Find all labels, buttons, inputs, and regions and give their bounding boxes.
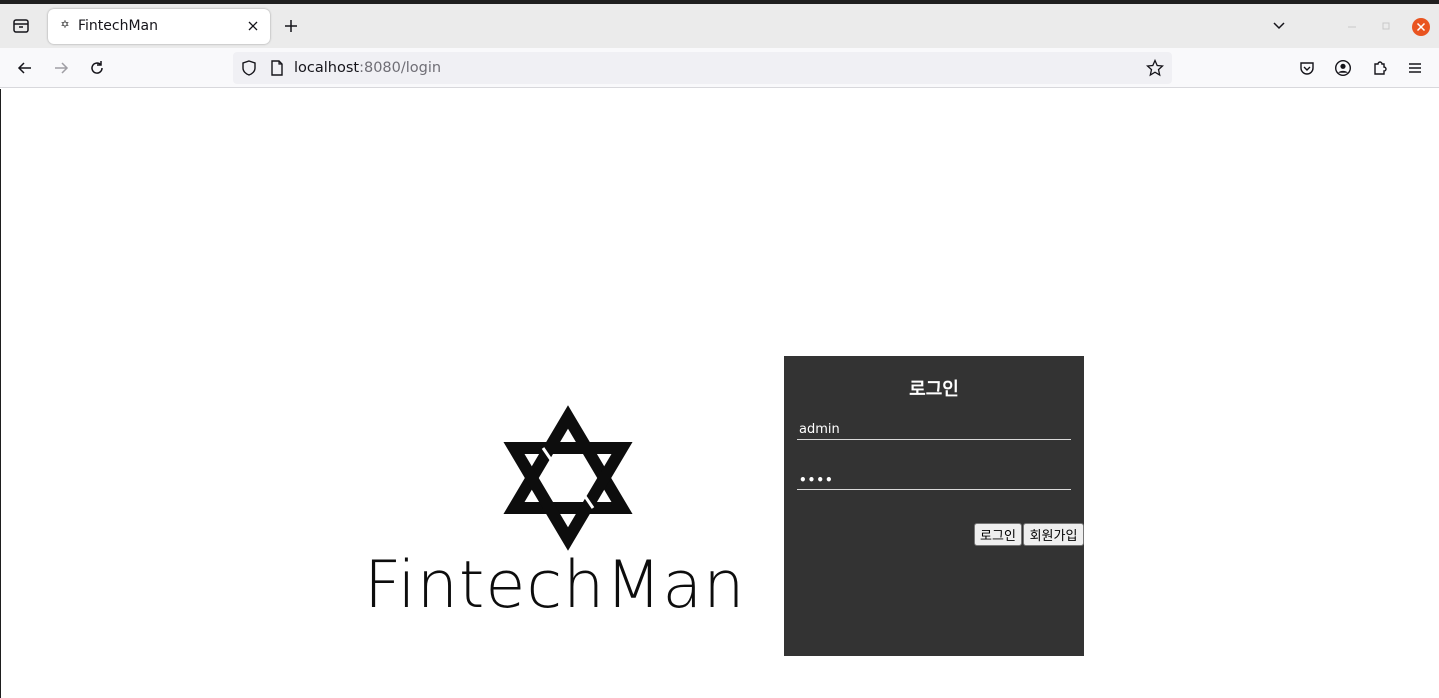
window-left-edge bbox=[0, 89, 1, 698]
pocket-button[interactable] bbox=[1293, 54, 1321, 82]
back-button[interactable] bbox=[11, 54, 39, 82]
forward-arrow-icon bbox=[55, 62, 69, 74]
tab-title: FintechMan bbox=[78, 18, 159, 34]
maximize-button[interactable] bbox=[1376, 16, 1396, 40]
star-of-david-logo-icon bbox=[503, 405, 633, 551]
tab-overview-icon bbox=[13, 19, 29, 33]
logo-wordmark: FintechMan bbox=[364, 548, 746, 623]
forward-button[interactable] bbox=[47, 54, 75, 82]
password-input[interactable] bbox=[797, 470, 1071, 490]
close-icon bbox=[248, 21, 258, 31]
window-close-button[interactable] bbox=[1411, 17, 1431, 41]
application-menu-button[interactable] bbox=[1401, 54, 1429, 82]
minimize-button[interactable] bbox=[1342, 16, 1362, 40]
navigation-toolbar: localhost:8080/login bbox=[0, 48, 1439, 88]
new-tab-button[interactable] bbox=[277, 12, 305, 40]
signup-button[interactable]: 회원가입 bbox=[1023, 523, 1084, 546]
login-panel: 로그인 로그인 회원가입 bbox=[784, 356, 1084, 656]
tab-fintechman[interactable]: ✡ FintechMan bbox=[48, 9, 270, 44]
minimize-icon bbox=[1348, 26, 1356, 28]
tab-strip: ✡ FintechMan bbox=[0, 4, 1439, 48]
url-bar[interactable]: localhost:8080/login bbox=[233, 52, 1172, 84]
account-icon bbox=[1334, 59, 1352, 77]
plus-icon bbox=[285, 20, 297, 32]
shield-icon bbox=[242, 60, 256, 76]
tracking-protection-button[interactable] bbox=[240, 59, 258, 81]
url-text: localhost:8080/login bbox=[294, 59, 441, 77]
star-icon bbox=[1145, 58, 1165, 77]
url-path: :8080/login bbox=[359, 60, 442, 76]
login-title: 로그인 bbox=[909, 379, 959, 400]
hamburger-menu-icon bbox=[1409, 63, 1421, 73]
tab-favicon: ✡ bbox=[60, 18, 70, 31]
reload-button[interactable] bbox=[83, 54, 111, 82]
account-button[interactable] bbox=[1329, 54, 1357, 82]
extensions-button[interactable] bbox=[1366, 54, 1394, 82]
puzzle-icon bbox=[1374, 61, 1387, 75]
tab-overview-button[interactable] bbox=[7, 12, 35, 40]
login-button[interactable]: 로그인 bbox=[974, 523, 1022, 546]
chevron-down-icon bbox=[1273, 22, 1285, 30]
bookmark-button[interactable] bbox=[1145, 58, 1165, 81]
url-host: localhost bbox=[294, 60, 360, 76]
list-all-tabs-button[interactable] bbox=[1265, 12, 1293, 40]
maximize-icon bbox=[1382, 22, 1390, 30]
page-info-button[interactable] bbox=[269, 59, 285, 81]
pocket-icon bbox=[1300, 62, 1314, 75]
reload-icon bbox=[91, 61, 103, 74]
close-icon bbox=[1412, 18, 1430, 36]
page-icon bbox=[271, 60, 283, 76]
username-input[interactable] bbox=[797, 420, 1071, 440]
tab-close-button[interactable] bbox=[244, 17, 262, 35]
back-arrow-icon bbox=[17, 62, 31, 74]
fintechman-logo: FintechMan bbox=[360, 405, 780, 623]
